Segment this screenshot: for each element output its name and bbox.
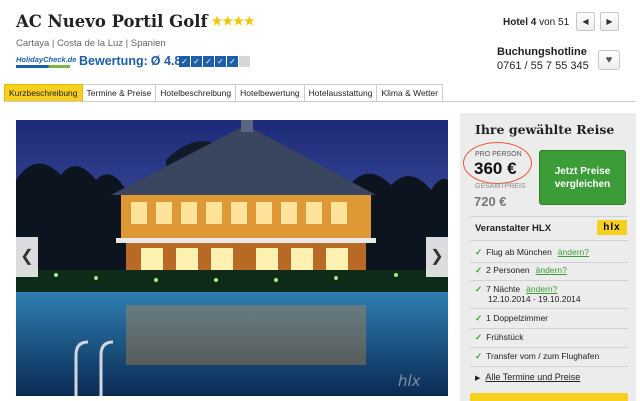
photo-watermark: hlx — [398, 372, 421, 390]
rating-boxes: ✓ ✓ ✓ ✓ ✓ — [179, 56, 250, 67]
trip-item-flight: ✓ Flug ab München ändern? — [475, 247, 590, 257]
panel-divider — [470, 366, 628, 367]
rating-label: Bewertung: Ø 4.8 — [79, 54, 182, 68]
rating-box-icon: ✓ — [203, 56, 214, 67]
next-hotel-button[interactable]: ▶ — [600, 12, 619, 31]
total-price: 720 € — [474, 194, 507, 209]
trip-dates: 12.10.2014 - 19.10.2014 — [488, 294, 581, 304]
hotline-label: Buchungshotline — [497, 46, 587, 58]
change-persons-link[interactable]: ändern? — [536, 265, 567, 275]
tab-bar: Kurzbeschreibung Termine & Preise Hotelb… — [4, 84, 443, 102]
rating-value: Ø 4.8 — [150, 54, 182, 68]
panel-divider — [470, 240, 628, 241]
compare-prices-button[interactable]: Jetzt Preise vergleichen — [539, 150, 626, 205]
trip-item-persons: ✓ 2 Personen ändern? — [475, 265, 567, 275]
panel-divider — [470, 262, 628, 263]
tab-termine-preise[interactable]: Termine & Preise — [82, 84, 157, 102]
booking-title: Ihre gewählte Reise — [475, 122, 615, 137]
rating-box-icon: ✓ — [191, 56, 202, 67]
tab-klima-wetter[interactable]: Klima & Wetter — [377, 84, 443, 102]
booking-panel: Ihre gewählte Reise PRO PERSON 360 € GES… — [460, 113, 636, 401]
check-icon: ✓ — [475, 332, 483, 342]
per-person-label: PRO PERSON — [475, 151, 522, 158]
hotel-name: AC Nuevo Portil Golf — [16, 12, 208, 31]
prev-hotel-button[interactable]: ◀ — [576, 12, 595, 31]
all-dates-prices-link[interactable]: ▶ Alle Termine und Preise — [475, 372, 580, 382]
change-dates-link[interactable]: ändern? — [526, 284, 557, 294]
star-rating-icon: ★★★★ — [211, 14, 255, 28]
panel-divider — [470, 328, 628, 329]
rating-box-empty-icon — [239, 56, 250, 67]
panel-divider — [470, 216, 628, 217]
operator-label: Veranstalter HLX — [475, 223, 552, 234]
per-person-price: 360 € — [474, 159, 517, 178]
tab-kurzbeschreibung[interactable]: Kurzbeschreibung — [4, 84, 83, 102]
tab-hotelbeschreibung[interactable]: Hotelbeschreibung — [156, 84, 237, 102]
check-icon: ✓ — [475, 265, 483, 275]
trip-item-transfer: ✓ Transfer vom / zum Flughafen — [475, 351, 600, 361]
hotel-location: Cartaya | Costa de la Luz | Spanien — [16, 38, 166, 49]
tab-hotelausstattung[interactable]: Hotelausstattung — [304, 84, 378, 102]
operator-logo: hlx — [597, 220, 627, 235]
hotel-title: AC Nuevo Portil Golf ★★★★ — [16, 12, 255, 31]
hotel-photo-image — [16, 120, 448, 396]
hotel-pager-text: Hotel 4 von 51 — [503, 17, 570, 28]
triangle-right-icon: ▶ — [475, 375, 481, 382]
panel-divider — [470, 347, 628, 348]
gallery-prev-icon[interactable]: ❮ — [16, 237, 38, 277]
check-icon: ✓ — [475, 313, 483, 323]
rating-box-icon: ✓ — [227, 56, 238, 67]
total-price-label: GESAMTPREIS — [475, 183, 526, 190]
gallery-next-icon[interactable]: ❯ — [426, 237, 448, 277]
trip-item-board: ✓ Frühstück — [475, 332, 524, 342]
panel-divider — [470, 308, 628, 309]
tabs-divider — [4, 101, 636, 102]
tab-hotelbewertung[interactable]: Hotelbewertung — [236, 84, 305, 102]
holidaycheck-logo[interactable]: HolidayCheck.de — [16, 55, 76, 69]
panel-divider — [470, 280, 628, 281]
rating-box-icon: ✓ — [179, 56, 190, 67]
rating-box-icon: ✓ — [215, 56, 226, 67]
hotline-number[interactable]: 0761 / 55 7 55 345 — [497, 60, 589, 72]
check-icon: ✓ — [475, 247, 483, 257]
trip-item-room: ✓ 1 Doppelzimmer — [475, 313, 549, 323]
hotel-photo[interactable] — [16, 120, 448, 396]
yellow-button-partial[interactable] — [470, 393, 628, 401]
check-icon: ✓ — [475, 351, 483, 361]
favorite-heart-icon[interactable]: ♥ — [598, 50, 620, 70]
check-icon: ✓ — [475, 284, 483, 294]
change-flight-link[interactable]: ändern? — [558, 247, 589, 257]
